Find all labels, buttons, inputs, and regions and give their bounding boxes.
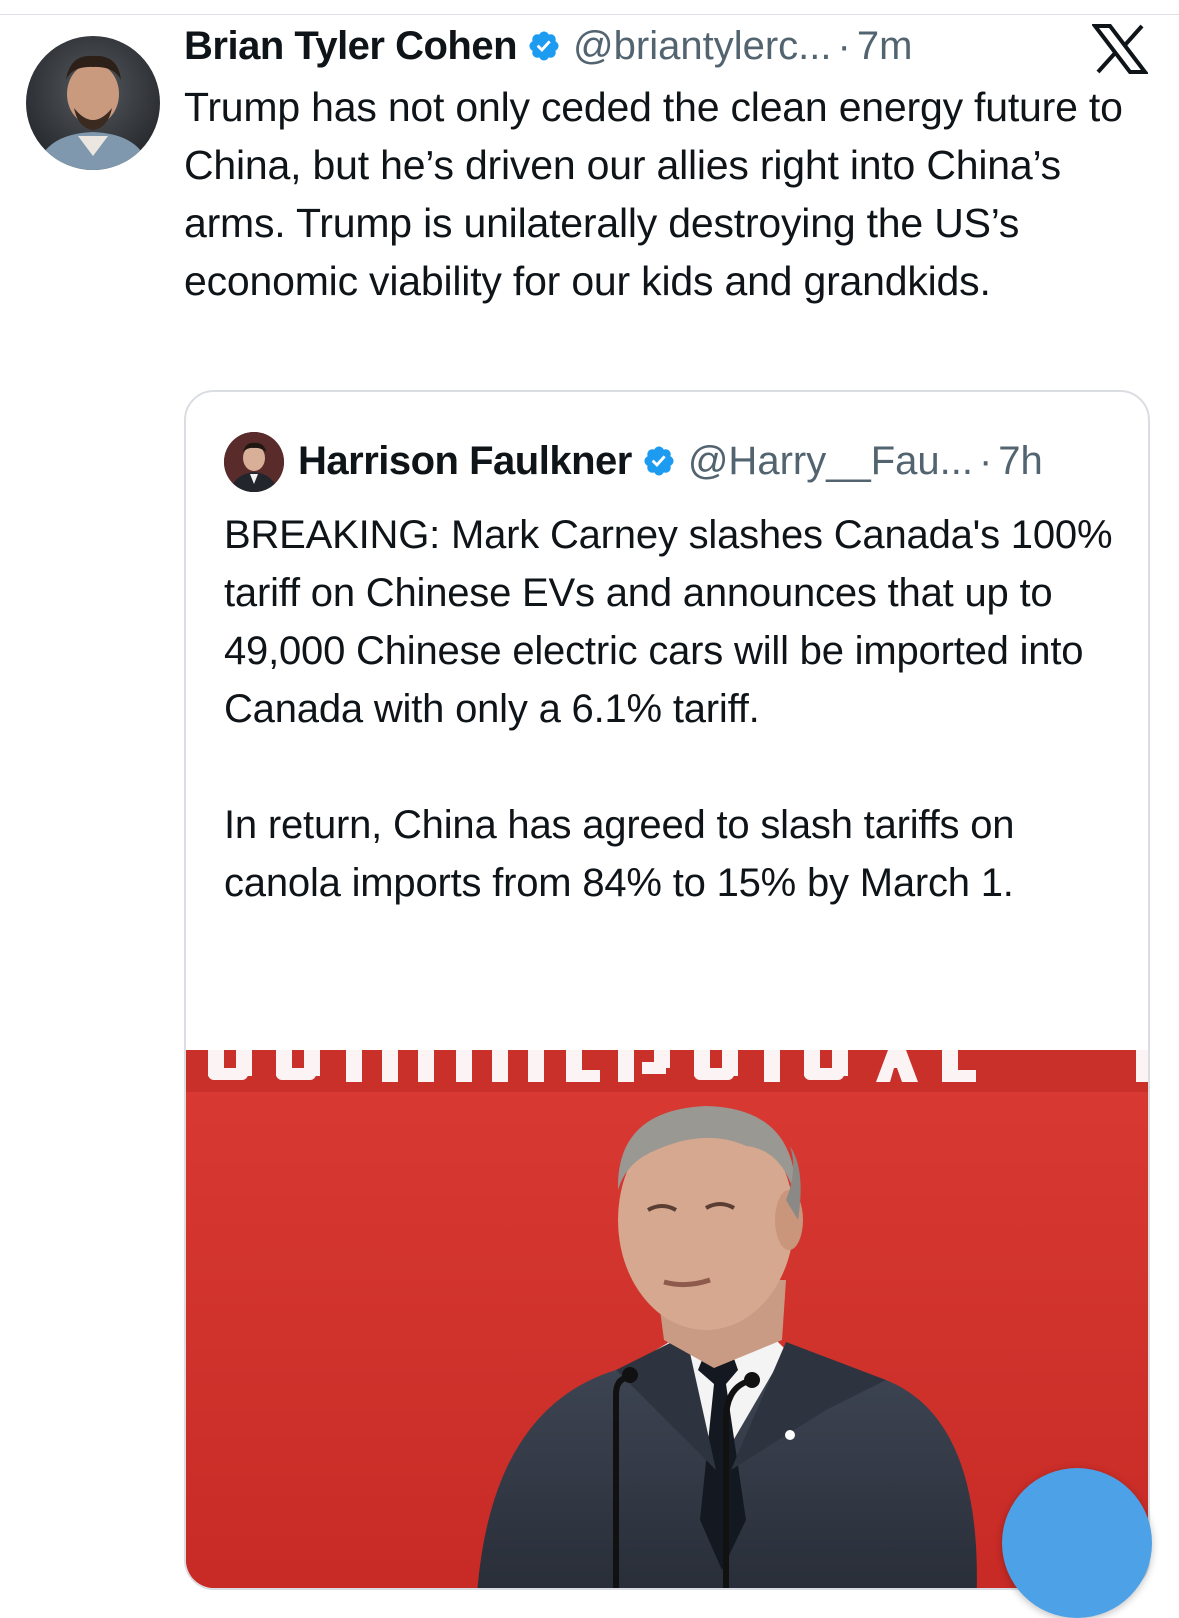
verified-badge-icon xyxy=(642,444,676,478)
top-divider xyxy=(0,14,1179,15)
tweet-text: Trump has not only ceded the clean energ… xyxy=(184,84,1123,304)
quoted-tweet-card[interactable]: Harrison Faulkner @Harry__Fau... · 7h BR… xyxy=(184,390,1150,1590)
verified-badge-icon xyxy=(527,29,561,63)
header-separator: · xyxy=(837,23,851,68)
quoted-author-name[interactable]: Harrison Faulkner xyxy=(298,439,632,484)
x-logo-icon xyxy=(1090,24,1150,74)
author-name[interactable]: Brian Tyler Cohen xyxy=(184,24,518,69)
quoted-tweet-age[interactable]: 7h xyxy=(998,439,1043,484)
compose-fab-button[interactable] xyxy=(1002,1468,1152,1618)
author-handle[interactable]: @briantylerc... xyxy=(573,24,831,69)
quoted-tweet-text: BREAKING: Mark Carney slashes Canada's 1… xyxy=(224,513,1113,905)
quoted-author-handle[interactable]: @Harry__Fau... xyxy=(688,439,973,484)
quoted-tweet-header: Harrison Faulkner @Harry__Fau... · 7h xyxy=(298,434,1043,488)
tweet-header: Brian Tyler Cohen @briantylerc... · 7m xyxy=(184,20,912,72)
quoted-tweet-media[interactable] xyxy=(186,1050,1148,1588)
tweet-age[interactable]: 7m xyxy=(857,24,913,69)
quoted-author-avatar[interactable] xyxy=(224,432,284,492)
author-avatar[interactable] xyxy=(26,36,160,170)
quoted-header-separator: · xyxy=(978,438,993,483)
